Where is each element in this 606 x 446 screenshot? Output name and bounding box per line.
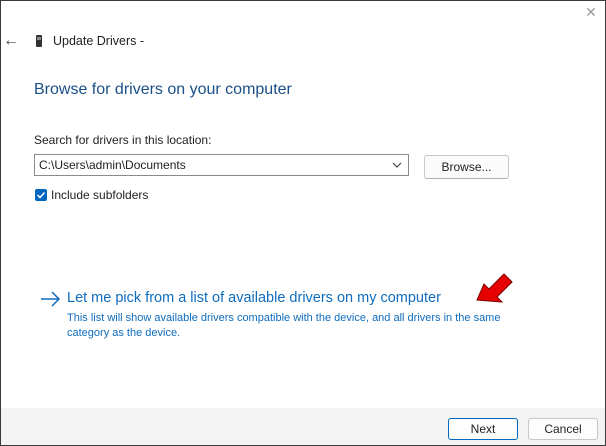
next-button[interactable]: Next bbox=[448, 418, 518, 440]
pick-link-description: This list will show available drivers co… bbox=[67, 312, 501, 339]
back-arrow-icon: ← bbox=[3, 32, 19, 49]
pick-link-title[interactable]: Let me pick from a list of available dri… bbox=[67, 290, 441, 306]
window-title: Update Drivers - bbox=[53, 34, 144, 48]
search-location-label: Search for drivers in this location: bbox=[34, 133, 212, 147]
page-heading: Browse for drivers on your computer bbox=[34, 81, 292, 98]
back-button[interactable]: ← bbox=[3, 31, 21, 51]
pick-from-list-link[interactable]: Let me pick from a list of available dri… bbox=[40, 289, 510, 343]
include-subfolders-checkbox[interactable] bbox=[35, 189, 47, 201]
device-icon bbox=[36, 35, 42, 47]
close-button[interactable]: ✕ bbox=[580, 2, 602, 22]
browse-button[interactable]: Browse... bbox=[424, 155, 509, 179]
checkmark-icon bbox=[36, 191, 46, 199]
path-combobox[interactable]: C:\Users\admin\Documents bbox=[34, 154, 409, 176]
close-icon: ✕ bbox=[585, 4, 597, 20]
chevron-down-icon[interactable] bbox=[391, 157, 403, 173]
cancel-button[interactable]: Cancel bbox=[528, 418, 598, 440]
dialog-window bbox=[0, 0, 606, 446]
include-subfolders-label[interactable]: Include subfolders bbox=[51, 188, 148, 202]
path-value: C:\Users\admin\Documents bbox=[39, 158, 186, 172]
arrow-right-icon bbox=[41, 291, 61, 307]
annotation-arrow-icon bbox=[476, 273, 513, 303]
